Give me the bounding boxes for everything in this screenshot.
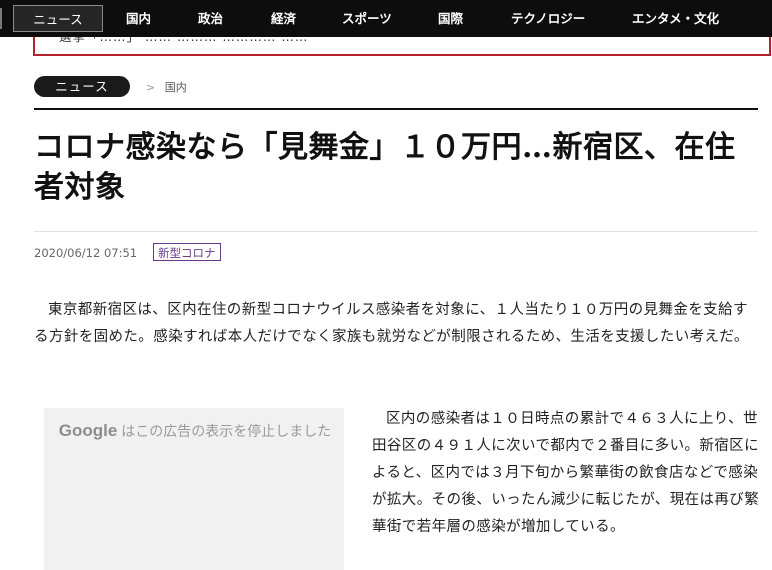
category-badge[interactable]: ニュース xyxy=(34,76,130,97)
nav-item-economy[interactable]: 経済 xyxy=(271,0,296,37)
nav-item-news[interactable]: ニュース xyxy=(13,5,103,32)
nav-item-politics[interactable]: 政治 xyxy=(198,0,223,37)
google-logo: Google xyxy=(58,421,118,440)
alert-banner-text: 選挙「……」 …… ……… ………… …… xyxy=(59,37,308,45)
alert-banner[interactable]: 選挙「……」 …… ……… ………… …… xyxy=(33,37,771,56)
breadcrumb-item-domestic[interactable]: 国内 xyxy=(165,81,187,94)
ad-placeholder: Google はこの広告の表示を停止しました xyxy=(44,408,344,570)
topic-tag[interactable]: 新型コロナ xyxy=(153,243,221,261)
headline-divider xyxy=(34,231,758,232)
header-divider xyxy=(34,108,758,110)
breadcrumb-separator: > xyxy=(146,81,156,94)
nav-item-sports[interactable]: スポーツ xyxy=(342,0,392,37)
top-navigation: ニュース 国内 政治 経済 スポーツ 国際 テクノロジー エンタメ・文化 xyxy=(0,0,772,37)
ad-stopped-text: はこの広告の表示を停止しました xyxy=(121,424,332,440)
breadcrumb: > 国内 xyxy=(146,79,187,95)
nav-item-domestic[interactable]: 国内 xyxy=(126,0,151,37)
article-paragraph: 区内の感染者は１０日時点の累計で４６３人に上り、世田谷区の４９１人に次いで都内で… xyxy=(372,411,760,535)
nav-edge-divider xyxy=(0,8,2,29)
ad-message: Google はこの広告の表示を停止しました xyxy=(50,422,340,441)
nav-item-world[interactable]: 国際 xyxy=(438,0,463,37)
article-paragraph: 東京都新宿区は、区内在住の新型コロナウイルス感染者を対象に、１人当たり１０万円の… xyxy=(34,302,749,345)
article-headline: コロナ感染なら「見舞金」１０万円…新宿区、在住者対象 xyxy=(34,130,736,205)
nav-item-entertainment[interactable]: エンタメ・文化 xyxy=(632,0,719,37)
nav-item-technology[interactable]: テクノロジー xyxy=(511,0,585,37)
article-timestamp: 2020/06/12 07:51 xyxy=(34,246,138,260)
